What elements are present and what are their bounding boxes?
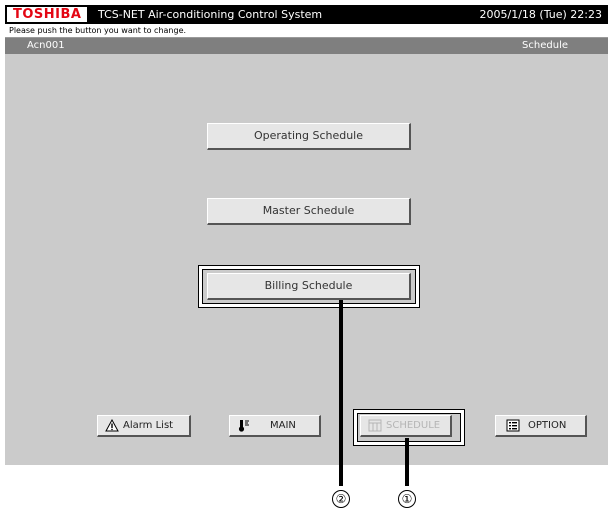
title-bar: TOSHIBA TCS-NET Air-conditioning Control… xyxy=(5,5,608,24)
callout-2-pointer xyxy=(339,300,343,486)
datetime-display: 2005/1/18 (Tue) 22:23 xyxy=(479,8,602,21)
thermometer-icon xyxy=(238,420,249,432)
alarm-warning-icon xyxy=(105,419,119,432)
alarm-list-label: Alarm List xyxy=(123,420,174,431)
brand-logo: TOSHIBA xyxy=(7,7,88,22)
instruction-text: Please push the button you want to chang… xyxy=(5,24,608,38)
nav-bar: Acn001 Schedule xyxy=(5,38,608,54)
app-screen: TOSHIBA TCS-NET Air-conditioning Control… xyxy=(5,5,608,465)
main-button[interactable]: MAIN xyxy=(229,415,321,437)
list-icon xyxy=(506,419,520,432)
callout-1-pointer xyxy=(405,438,409,486)
option-label: OPTION xyxy=(528,420,567,431)
page-title: Schedule xyxy=(522,40,568,51)
callout-1: ① xyxy=(398,490,416,508)
callout-2: ② xyxy=(332,490,350,508)
operating-schedule-button[interactable]: Operating Schedule xyxy=(207,123,411,150)
calendar-icon xyxy=(368,419,382,432)
app-title: TCS-NET Air-conditioning Control System xyxy=(98,8,323,21)
device-id: Acn001 xyxy=(27,40,65,51)
master-schedule-button[interactable]: Master Schedule xyxy=(207,198,411,225)
alarm-list-button[interactable]: Alarm List xyxy=(97,415,191,437)
schedule-button[interactable]: SCHEDULE xyxy=(360,415,452,437)
billing-schedule-button[interactable]: Billing Schedule xyxy=(207,273,411,300)
option-button[interactable]: OPTION xyxy=(495,415,587,437)
main-label: MAIN xyxy=(270,420,296,431)
schedule-label: SCHEDULE xyxy=(386,420,441,431)
